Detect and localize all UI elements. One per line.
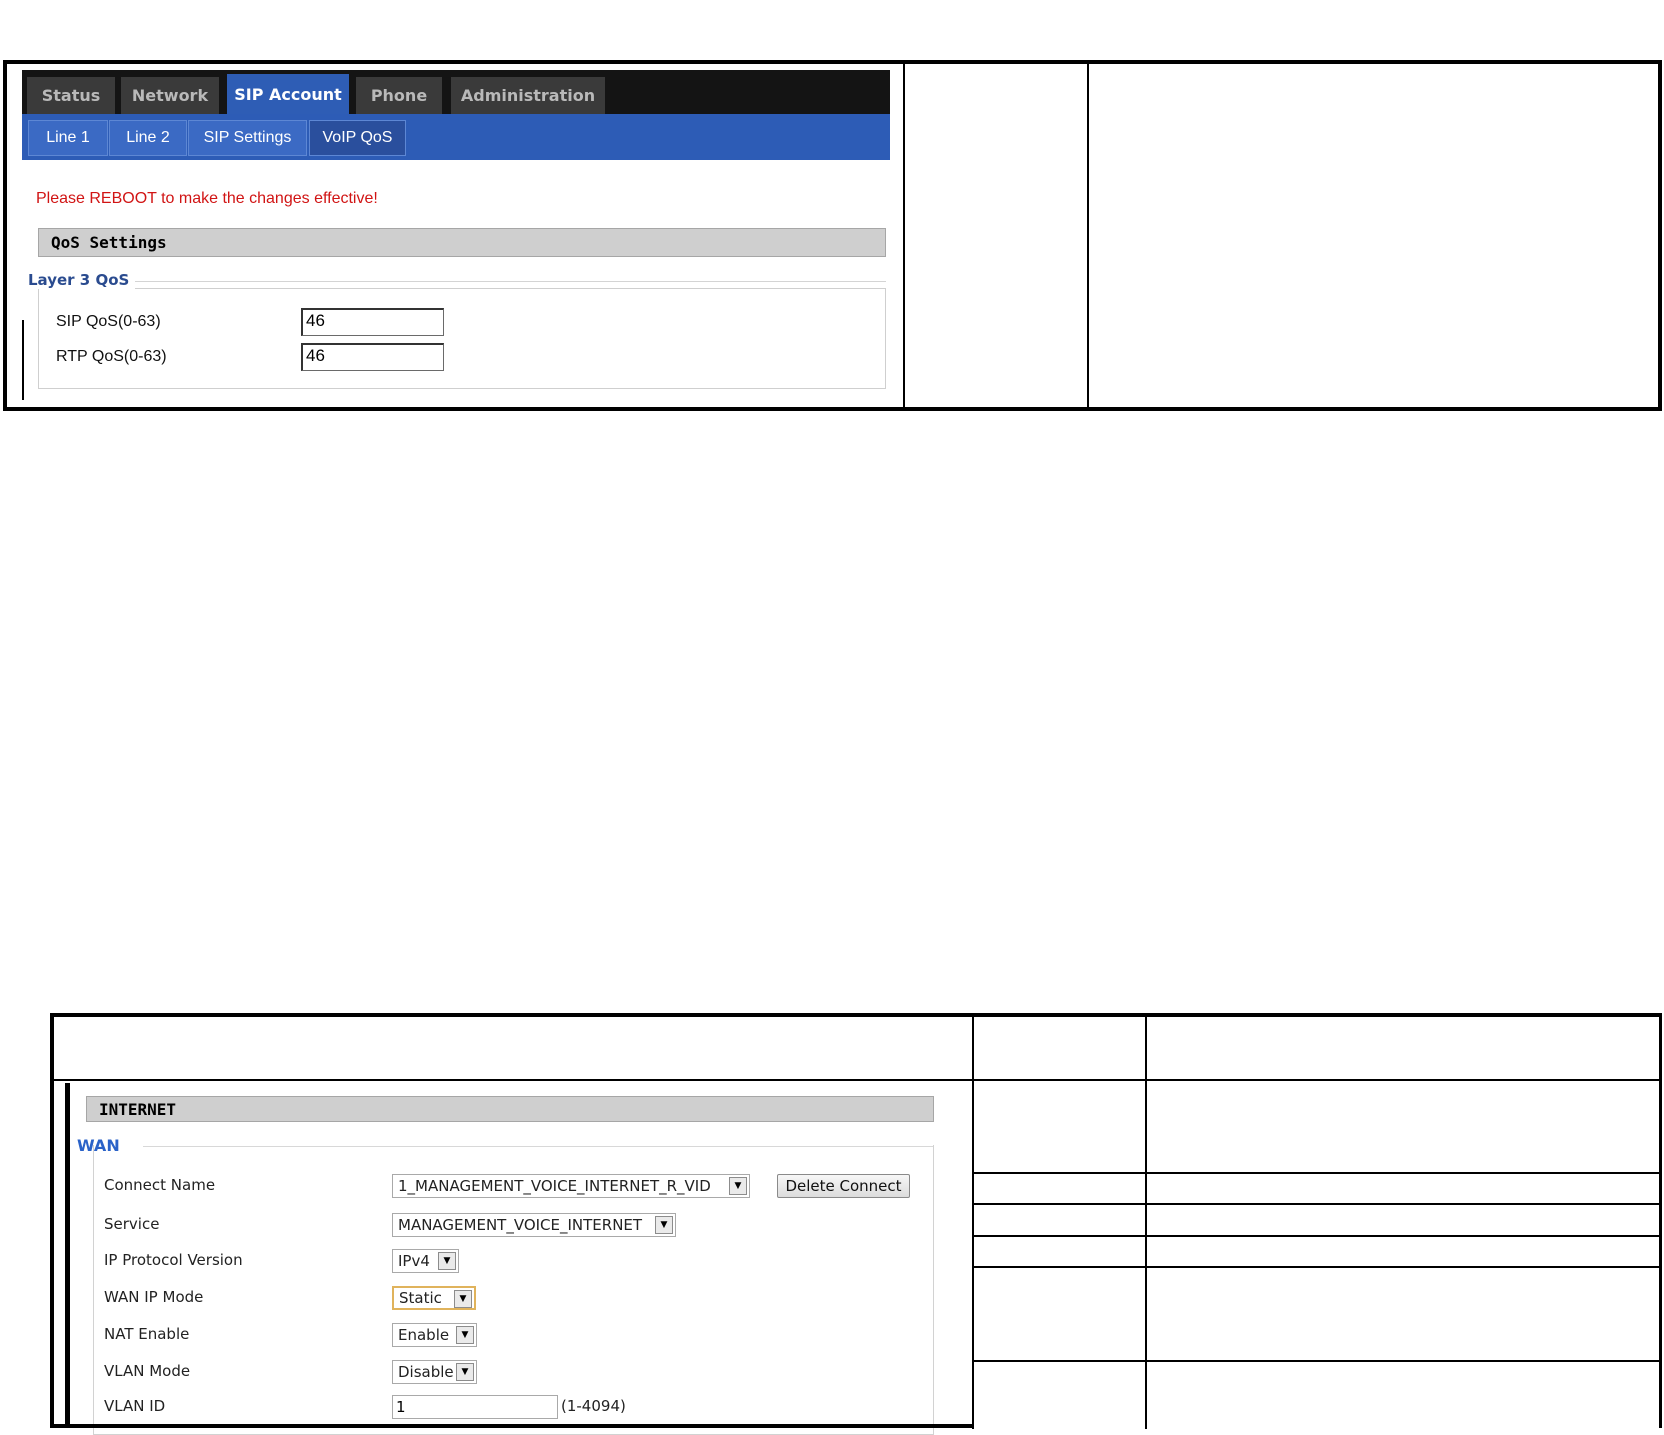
voip-qos-screenshot: Status Network SIP Account Phone Adminis… xyxy=(22,70,890,400)
connect-name-label: Connect Name xyxy=(104,1176,216,1194)
vlan-id-range-hint: (1-4094) xyxy=(561,1397,626,1415)
nat-enable-value: Enable xyxy=(398,1326,450,1344)
layer3-qos-group xyxy=(38,288,886,389)
tab-network[interactable]: Network xyxy=(121,77,219,114)
subtab-sip-settings[interactable]: SIP Settings xyxy=(188,120,307,156)
sip-qos-input[interactable]: 46 xyxy=(301,308,444,336)
vlan-id-input[interactable]: 1 xyxy=(392,1395,558,1419)
vlan-mode-value: Disable xyxy=(398,1363,454,1381)
rtp-qos-input[interactable]: 46 xyxy=(301,343,444,371)
table-bottom-border xyxy=(50,1424,974,1428)
group-title: Layer 3 QoS xyxy=(28,271,136,289)
ip-protocol-label: IP Protocol Version xyxy=(104,1251,243,1269)
screenshot-edge xyxy=(22,320,24,400)
bottom-table-divider xyxy=(1145,1013,1147,1429)
internet-wan-screenshot: INTERNET WAN Connect Name 1_MANAGEMENT_V… xyxy=(65,1083,972,1435)
bottom-table-header-divider xyxy=(50,1079,1662,1081)
chevron-down-icon: ▼ xyxy=(456,1363,474,1381)
sub-nav: Line 1 Line 2 SIP Settings VoIP QoS xyxy=(22,114,890,160)
connect-name-select[interactable]: 1_MANAGEMENT_VOICE_INTERNET_R_VID ▼ xyxy=(392,1174,750,1198)
chevron-down-icon: ▼ xyxy=(456,1326,474,1344)
screenshot-edge xyxy=(65,1083,70,1427)
tab-sip-account[interactable]: SIP Account xyxy=(227,74,349,114)
reboot-warning: Please REBOOT to make the changes effect… xyxy=(36,190,378,207)
table-row-divider xyxy=(974,1172,1662,1174)
section-title: INTERNET xyxy=(86,1096,934,1122)
vlan-id-label: VLAN ID xyxy=(104,1397,166,1415)
top-table-divider xyxy=(1087,60,1089,411)
bottom-table-divider xyxy=(972,1013,974,1429)
service-value: MANAGEMENT_VOICE_INTERNET xyxy=(398,1216,643,1234)
sip-qos-label: SIP QoS(0-63) xyxy=(56,313,161,330)
tab-status[interactable]: Status xyxy=(27,77,115,114)
delete-connect-button[interactable]: Delete Connect xyxy=(777,1174,910,1198)
vlan-mode-select[interactable]: Disable ▼ xyxy=(392,1360,477,1384)
service-select[interactable]: MANAGEMENT_VOICE_INTERNET ▼ xyxy=(392,1213,676,1237)
subtab-line-1[interactable]: Line 1 xyxy=(28,120,108,156)
vlan-mode-label: VLAN Mode xyxy=(104,1362,191,1380)
table-row-divider xyxy=(974,1266,1662,1268)
nat-enable-label: NAT Enable xyxy=(104,1325,190,1343)
service-label: Service xyxy=(104,1215,160,1233)
group-title: WAN xyxy=(77,1136,120,1155)
section-title: QoS Settings xyxy=(38,228,886,257)
chevron-down-icon: ▼ xyxy=(454,1290,472,1308)
rtp-qos-label: RTP QoS(0-63) xyxy=(56,348,167,365)
table-row-divider xyxy=(974,1360,1662,1362)
table-row-divider xyxy=(974,1203,1662,1205)
wan-ip-mode-select[interactable]: Static ▼ xyxy=(392,1286,476,1310)
ip-protocol-select[interactable]: IPv4 ▼ xyxy=(392,1249,459,1273)
ip-protocol-value: IPv4 xyxy=(398,1252,430,1270)
subtab-line-2[interactable]: Line 2 xyxy=(109,120,187,156)
chevron-down-icon: ▼ xyxy=(655,1216,673,1234)
chevron-down-icon: ▼ xyxy=(729,1177,747,1195)
table-row-divider xyxy=(974,1235,1662,1237)
nat-enable-select[interactable]: Enable ▼ xyxy=(392,1323,477,1347)
wan-ip-mode-label: WAN IP Mode xyxy=(104,1288,204,1306)
connect-name-value: 1_MANAGEMENT_VOICE_INTERNET_R_VID xyxy=(398,1177,711,1195)
subtab-voip-qos[interactable]: VoIP QoS xyxy=(309,120,406,156)
wan-ip-mode-value: Static xyxy=(399,1289,442,1307)
tab-phone[interactable]: Phone xyxy=(356,77,442,114)
chevron-down-icon: ▼ xyxy=(438,1252,456,1270)
top-table-divider xyxy=(903,60,905,411)
group-divider xyxy=(130,281,886,282)
main-nav: Status Network SIP Account Phone Adminis… xyxy=(22,70,890,114)
tab-administration[interactable]: Administration xyxy=(451,77,605,114)
